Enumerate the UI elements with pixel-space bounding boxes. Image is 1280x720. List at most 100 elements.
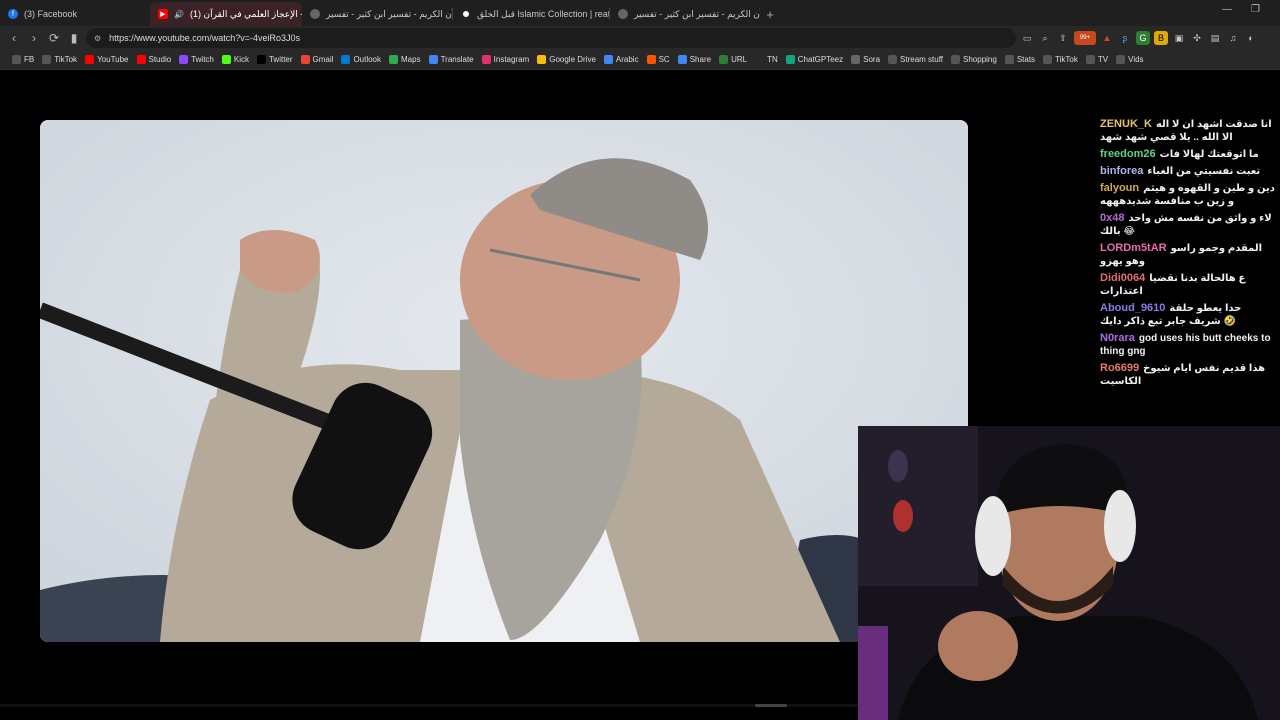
bookmark-outlook[interactable]: Outlook xyxy=(337,55,385,64)
bookmark-label: Stream stuff xyxy=(900,55,944,64)
bookmark-tn[interactable]: TN xyxy=(751,55,782,64)
tab-icon[interactable]: ▤ xyxy=(1208,31,1222,45)
bookmark-label: ChatGPTeez xyxy=(797,55,844,64)
bookmark-stats[interactable]: Stats xyxy=(1001,55,1039,64)
chat-username[interactable]: Ro6699 xyxy=(1100,362,1139,374)
chat-message: 0x48 لاء و واثق من نفسه مش واحد بالك 😂 xyxy=(1100,212,1275,238)
speaker-icon: 🔊 xyxy=(174,9,184,19)
bookmark-shopping[interactable]: Shopping xyxy=(947,55,1001,64)
zoom-icon[interactable]: ⌕ xyxy=(1038,31,1052,45)
bookmark-icon xyxy=(179,55,189,64)
bookmark-icon xyxy=(136,55,146,64)
bookmark-instagram[interactable]: Instagram xyxy=(478,55,534,64)
puzzle-icon[interactable]: ✣ xyxy=(1190,31,1204,45)
scroll-thumb[interactable] xyxy=(755,704,787,707)
bookmark-chatgpteez[interactable]: ChatGPTeez xyxy=(782,55,847,64)
bookmark-url[interactable]: URL xyxy=(715,55,751,64)
tab-tafsir-1[interactable]: القرآن الكريم - تفسير ابن كثير - تفسير xyxy=(302,2,452,26)
stream-chat: ZENUK_K انا صدقت اشهد ان لا اله الا الله … xyxy=(1100,118,1275,392)
chat-username[interactable]: LORDm5tAR xyxy=(1100,242,1167,254)
chat-username[interactable]: falyoun xyxy=(1100,182,1139,194)
triangle-icon[interactable]: ▲ xyxy=(1100,31,1114,45)
video-player[interactable] xyxy=(40,120,968,642)
tab-strip: f (3) Facebook ▶ 🔊 (1) الإعجاز العلمي في… xyxy=(0,0,1280,26)
bookmark-icon xyxy=(951,55,961,64)
new-tab-button[interactable]: + xyxy=(760,2,780,26)
tab-tafsir-2[interactable]: القرآن الكريم - تفسير ابن كثير - تفسير xyxy=(610,2,760,26)
bookmark-icon xyxy=(481,55,491,64)
bookmark-label: TN xyxy=(767,55,778,64)
progress-track[interactable] xyxy=(0,704,858,707)
bookmark-tiktok[interactable]: TikTok xyxy=(1039,55,1082,64)
forward-button[interactable]: › xyxy=(24,28,44,48)
bookmark-tiktok[interactable]: TikTok xyxy=(38,55,81,64)
chat-username[interactable]: 0x48 xyxy=(1100,212,1124,224)
maximize-icon[interactable]: ❐ xyxy=(1251,4,1260,15)
chat-message: Didi0064 ع هالحالة بدنا نقضيا اعتذارات xyxy=(1100,272,1275,298)
minimize-icon[interactable]: — xyxy=(1222,4,1232,15)
url-text: https://www.youtube.com/watch?v=-4veiRo3… xyxy=(109,33,301,43)
chat-message: ZENUK_K انا صدقت اشهد ان لا اله الا الله … xyxy=(1100,118,1275,144)
shield-icon[interactable]: 99+ xyxy=(1074,31,1096,45)
bookmark-label: FB xyxy=(24,55,35,64)
chat-username[interactable]: N0rara xyxy=(1100,332,1135,344)
address-bar[interactable]: ⚙ https://www.youtube.com/watch?v=-4veiR… xyxy=(86,28,1016,48)
cast-icon[interactable]: ▭ xyxy=(1020,31,1034,45)
bookmark-label: YouTube xyxy=(97,55,129,64)
bookmark-label: URL xyxy=(731,55,748,64)
bookmark-icon xyxy=(1085,55,1095,64)
tab-islamic-collection[interactable]: قبل الخلق Islamic Collection | reation xyxy=(453,2,609,26)
ext-s-icon[interactable]: ʂ xyxy=(1118,31,1132,45)
tab-label: (3) Facebook xyxy=(24,9,78,19)
chat-text: ما اتوقعتك لهالا فات xyxy=(1159,149,1259,160)
site-info-icon[interactable]: ⚙ xyxy=(94,34,101,43)
chat-message: LORDm5tAR المقدم وجمو راسو وهو يهزو xyxy=(1100,242,1275,268)
ext-g-icon[interactable]: G xyxy=(1136,31,1150,45)
tab-youtube-active[interactable]: ▶ 🔊 (1) الإعجاز العلمي في القرآن - ✕ xyxy=(150,2,302,26)
bookmark-icon xyxy=(603,55,613,64)
chat-username[interactable]: Didi0064 xyxy=(1100,272,1145,284)
bookmark-fb[interactable]: FB xyxy=(8,55,38,64)
bookmark-sc[interactable]: SC xyxy=(643,55,674,64)
bookmark-sora[interactable]: Sora xyxy=(847,55,884,64)
bookmark-tv[interactable]: TV xyxy=(1082,55,1112,64)
bookmark-twitch[interactable]: Twitch xyxy=(175,55,218,64)
bookmark-share[interactable]: Share xyxy=(674,55,715,64)
bookmark-kick[interactable]: Kick xyxy=(218,55,253,64)
chat-username[interactable]: binforea xyxy=(1100,165,1143,177)
bookmark-arabic[interactable]: Arabic xyxy=(600,55,643,64)
bookmark-label: Outlook xyxy=(353,55,382,64)
bookmark-youtube[interactable]: YouTube xyxy=(81,55,132,64)
ext-box-icon[interactable]: ▣ xyxy=(1172,31,1186,45)
bookmark-gmail[interactable]: Gmail xyxy=(297,55,338,64)
bookmark-stream-stuff[interactable]: Stream stuff xyxy=(884,55,947,64)
bookmark-icon xyxy=(1116,55,1126,64)
chat-username[interactable]: Aboud_9610 xyxy=(1100,302,1165,314)
bookmark-google-drive[interactable]: Google Drive xyxy=(533,55,600,64)
bookmark-icon xyxy=(888,55,898,64)
bookmark-label: Vids xyxy=(1128,55,1144,64)
bookmark-page-icon[interactable]: ▮ xyxy=(64,28,84,48)
bookmark-translate[interactable]: Translate xyxy=(425,55,478,64)
reload-button[interactable]: ⟳ xyxy=(44,28,64,48)
bookmark-studio[interactable]: Studio xyxy=(133,55,176,64)
chat-message: N0rara god uses his butt cheeks to thing … xyxy=(1100,332,1275,358)
chat-text: تعبت نفسيتي من الغباء xyxy=(1147,166,1261,177)
bookmark-icon xyxy=(537,55,547,64)
share-icon[interactable]: ⇪ xyxy=(1056,31,1070,45)
bookmark-label: Google Drive xyxy=(549,55,596,64)
tab-facebook[interactable]: f (3) Facebook xyxy=(0,2,150,26)
back-button[interactable]: ‹ xyxy=(4,28,24,48)
bookmark-vids[interactable]: Vids xyxy=(1112,55,1147,64)
chat-username[interactable]: ZENUK_K xyxy=(1100,118,1152,130)
browser-toolbar: ‹ › ⟳ ▮ ⚙ https://www.youtube.com/watch?… xyxy=(0,26,1280,50)
bookmark-label: Translate xyxy=(440,55,474,64)
chat-username[interactable]: freedom26 xyxy=(1100,148,1156,160)
music-icon[interactable]: ♫ xyxy=(1226,31,1240,45)
bookmarks-bar: FB TikTok YouTube Studio Twitch Kick Twitter Gm… xyxy=(0,50,1280,70)
profile-icon[interactable]: ◐ xyxy=(1244,31,1258,45)
ext-b-icon[interactable]: B xyxy=(1154,31,1168,45)
bookmark-twitter[interactable]: Twitter xyxy=(253,55,297,64)
bookmark-maps[interactable]: Maps xyxy=(385,55,425,64)
bookmark-icon xyxy=(1004,55,1014,64)
